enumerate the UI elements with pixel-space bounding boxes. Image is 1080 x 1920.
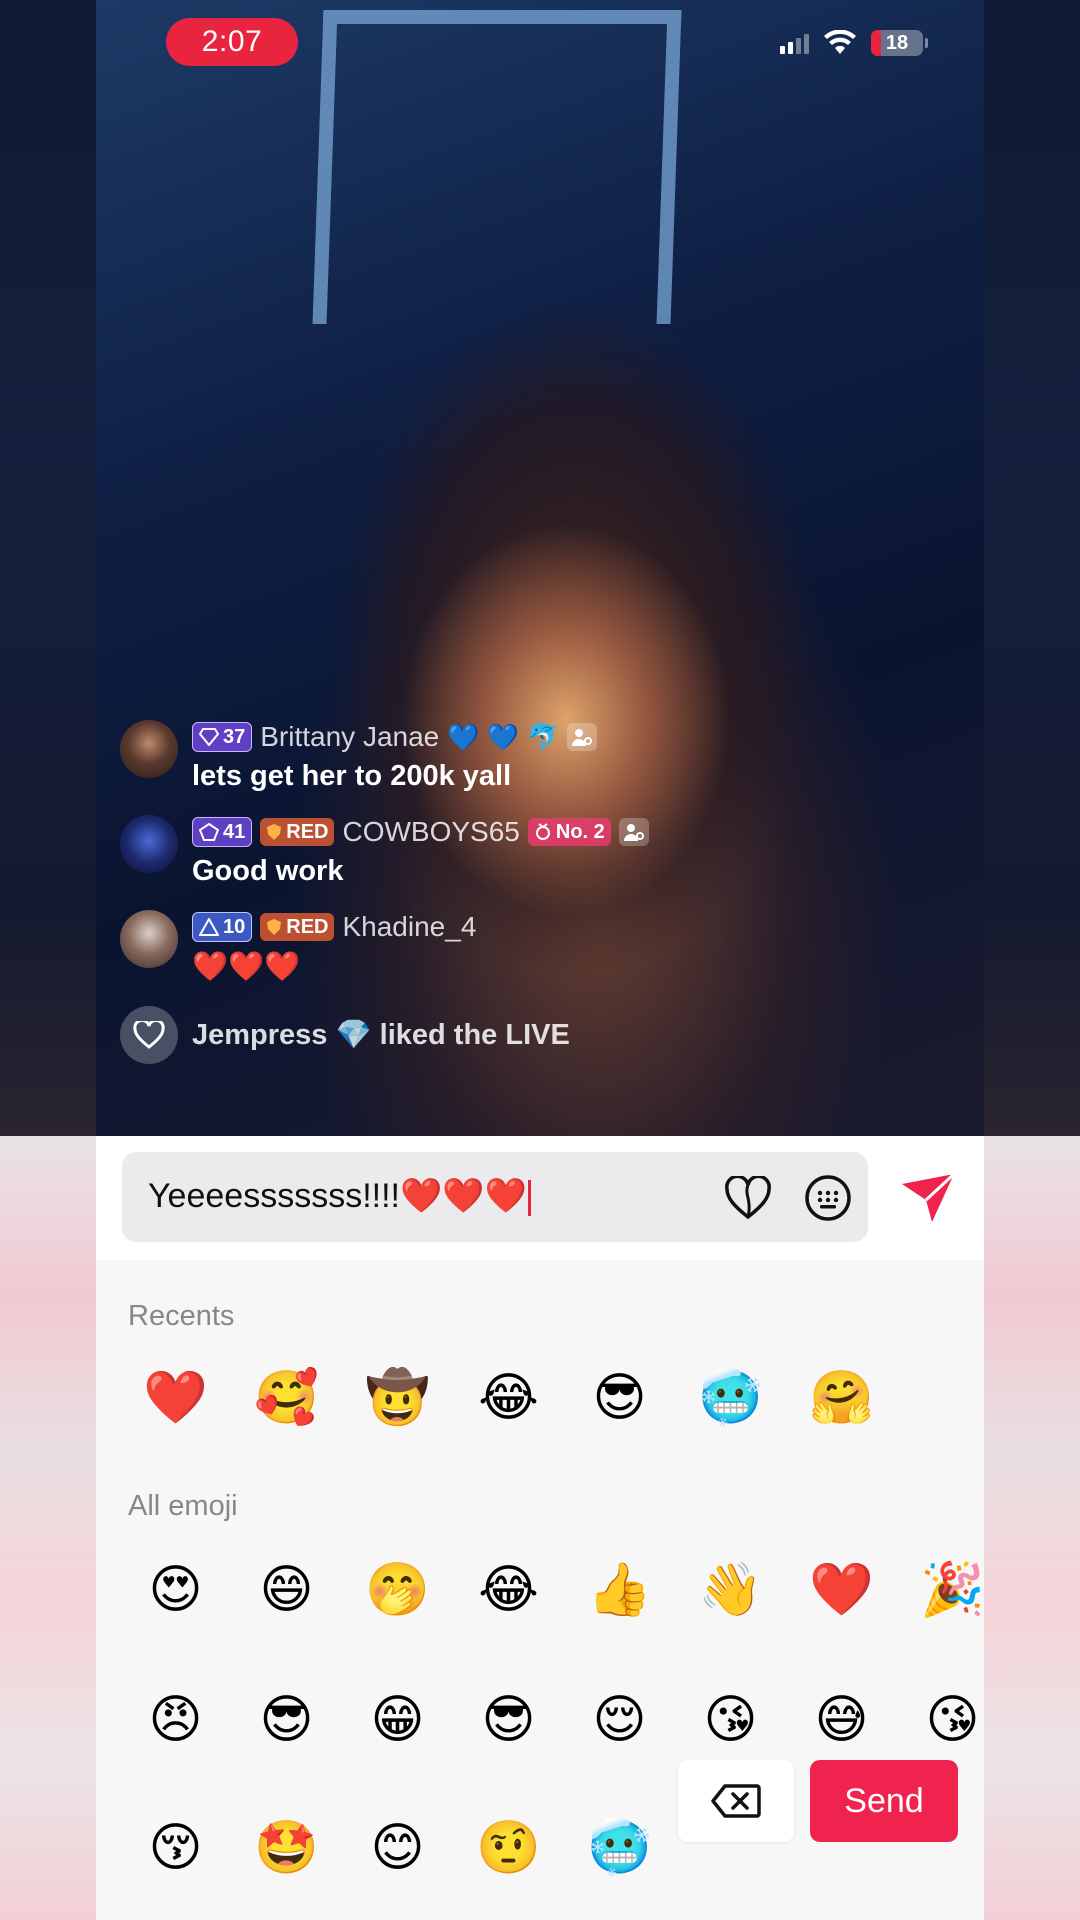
emoji-key[interactable]: 🤭 xyxy=(342,1558,453,1622)
emoji-key[interactable]: 😎 xyxy=(453,1688,564,1752)
emoji-key[interactable]: ❤️ xyxy=(120,1366,231,1430)
emoji-key[interactable]: 🤨 xyxy=(453,1816,564,1880)
team-badge: RED xyxy=(260,913,335,941)
emoji-key[interactable]: 🥰 xyxy=(231,1366,342,1430)
emoji-key[interactable]: 🤩 xyxy=(231,1816,342,1880)
emoji-key[interactable]: 👍 xyxy=(564,1558,675,1622)
emoji-key[interactable]: 🤠 xyxy=(342,1366,453,1430)
team-badge: RED xyxy=(260,818,335,846)
recents-row: ❤️ 🥰 🤠 😂 😎 🥶 🤗 xyxy=(120,1366,897,1430)
emoji-key[interactable]: 😌 xyxy=(564,1688,675,1752)
battery-level: 18 xyxy=(885,31,909,54)
comment-feed: 37 Brittany Janae 💙 💙 🐬 lets get her to … xyxy=(120,720,940,1064)
avatar[interactable] xyxy=(120,720,178,778)
emoji-key[interactable]: 😠 xyxy=(120,1688,231,1752)
video-background-window xyxy=(312,10,682,324)
rank-label: No. 2 xyxy=(555,820,605,843)
emoji-key[interactable]: 😎 xyxy=(231,1688,342,1752)
comment-meta: 10 RED Khadine_4 xyxy=(192,910,940,944)
signal-icon xyxy=(780,32,809,54)
emoji-actions: Send xyxy=(678,1760,958,1842)
comment-text: Good work xyxy=(192,855,344,887)
all-emoji-heading: All emoji xyxy=(128,1490,238,1522)
background-left xyxy=(0,0,96,1136)
level-number: 37 xyxy=(223,725,246,748)
emoji-key[interactable]: 😁 xyxy=(342,1688,453,1752)
keyboard-toggle-icon[interactable] xyxy=(804,1174,852,1222)
emoji-key[interactable]: 😎 xyxy=(564,1366,675,1430)
comment-item[interactable]: 37 Brittany Janae 💙 💙 🐬 lets get her to … xyxy=(120,720,940,793)
emoji-key[interactable]: ❤️ xyxy=(786,1558,897,1622)
username[interactable]: COWBOYS65 xyxy=(342,816,519,848)
shield-icon xyxy=(267,824,282,840)
medal-icon xyxy=(535,823,550,840)
emoji-key[interactable]: 😘 xyxy=(675,1688,786,1752)
emoji-key[interactable]: 😘 xyxy=(897,1688,984,1752)
battery-tip xyxy=(925,38,928,48)
send-arrow-icon[interactable] xyxy=(900,1170,956,1226)
text-caret xyxy=(527,1180,531,1217)
comment-input[interactable]: Yeeeesssssss!!!!❤️❤️❤️ xyxy=(122,1152,868,1242)
background-blur-left xyxy=(0,1136,96,1920)
username[interactable]: Khadine_4 xyxy=(342,911,476,943)
recents-heading: Recents xyxy=(128,1300,235,1332)
comment-meta: 41 RED COWBOYS65 No. 2 xyxy=(192,815,940,849)
comment-input-bar: Yeeeesssssss!!!!❤️❤️❤️ xyxy=(96,1136,984,1260)
comment-item[interactable]: 10 RED Khadine_4 ❤️❤️❤️ xyxy=(120,910,940,984)
username-emojis: 💙 💙 🐬 xyxy=(447,721,559,752)
comment-text: lets get her to 200k yall xyxy=(192,760,512,792)
comment-item[interactable]: 41 RED COWBOYS65 No. 2 Good work xyxy=(120,815,940,888)
live-screen: 2:07 18 37 Brittany Janae 💙 💙 🐬 lets get… xyxy=(96,0,984,1920)
backspace-button[interactable] xyxy=(678,1760,794,1842)
battery-icon: 18 xyxy=(871,30,923,56)
heart-sticker-icon[interactable] xyxy=(724,1174,772,1222)
emoji-key[interactable]: 🥶 xyxy=(564,1816,675,1880)
team-label: RED xyxy=(286,915,329,938)
background-right xyxy=(984,0,1080,1136)
liked-notice: Jempress 💎 liked the LIVE xyxy=(120,1006,940,1064)
heart-outline-icon xyxy=(120,1006,178,1064)
level-number: 10 xyxy=(223,915,246,938)
diamond-icon xyxy=(199,728,219,746)
triangle-gem-icon xyxy=(199,918,219,936)
rank-badge: No. 2 xyxy=(527,818,611,846)
emoji-row: 😍 😄 🤭 😂 👍 👋 ❤️ 🎉 xyxy=(120,1558,984,1622)
emoji-key[interactable]: 😂 xyxy=(453,1558,564,1622)
emoji-key[interactable]: 😚 xyxy=(120,1816,231,1880)
level-number: 41 xyxy=(223,820,246,843)
wifi-icon xyxy=(824,30,856,54)
avatar[interactable] xyxy=(120,910,178,968)
team-label: RED xyxy=(286,820,329,843)
emoji-row: 😠 😎 😁 😎 😌 😘 😅 😘 xyxy=(120,1688,984,1752)
status-time: 2:07 xyxy=(166,18,298,66)
follower-icon xyxy=(566,723,597,751)
liked-text: Jempress 💎 liked the LIVE xyxy=(192,1019,570,1051)
emoji-key[interactable]: 🥶 xyxy=(675,1366,786,1430)
avatar[interactable] xyxy=(120,815,178,873)
input-value: Yeeeesssssss!!!!❤️❤️❤️ xyxy=(148,1177,527,1215)
status-icons: 18 xyxy=(780,30,928,56)
follower-icon xyxy=(618,818,649,846)
level-badge: 41 xyxy=(192,817,253,847)
send-button[interactable]: Send xyxy=(810,1760,958,1842)
comment-text: ❤️❤️❤️ xyxy=(192,951,301,983)
level-badge: 37 xyxy=(192,722,253,752)
emoji-key[interactable]: 😍 xyxy=(120,1558,231,1622)
comment-meta: 37 Brittany Janae 💙 💙 🐬 xyxy=(192,720,940,754)
backspace-icon xyxy=(711,1784,761,1818)
emoji-key[interactable]: 😂 xyxy=(453,1366,564,1430)
emoji-key[interactable]: 😄 xyxy=(231,1558,342,1622)
username[interactable]: Brittany Janae xyxy=(260,721,439,753)
emoji-key[interactable]: 🎉 xyxy=(897,1558,984,1622)
emoji-key[interactable]: 🤗 xyxy=(786,1366,897,1430)
level-badge: 10 xyxy=(192,912,253,942)
heart-shield-icon xyxy=(267,919,282,935)
background-blur-right xyxy=(984,1136,1080,1920)
comment-input-text[interactable]: Yeeeesssssss!!!!❤️❤️❤️ xyxy=(148,1176,531,1217)
emoji-key[interactable]: 😊 xyxy=(342,1816,453,1880)
emoji-key[interactable]: 👋 xyxy=(675,1558,786,1622)
gem-icon xyxy=(199,823,219,841)
emoji-key[interactable]: 😅 xyxy=(786,1688,897,1752)
